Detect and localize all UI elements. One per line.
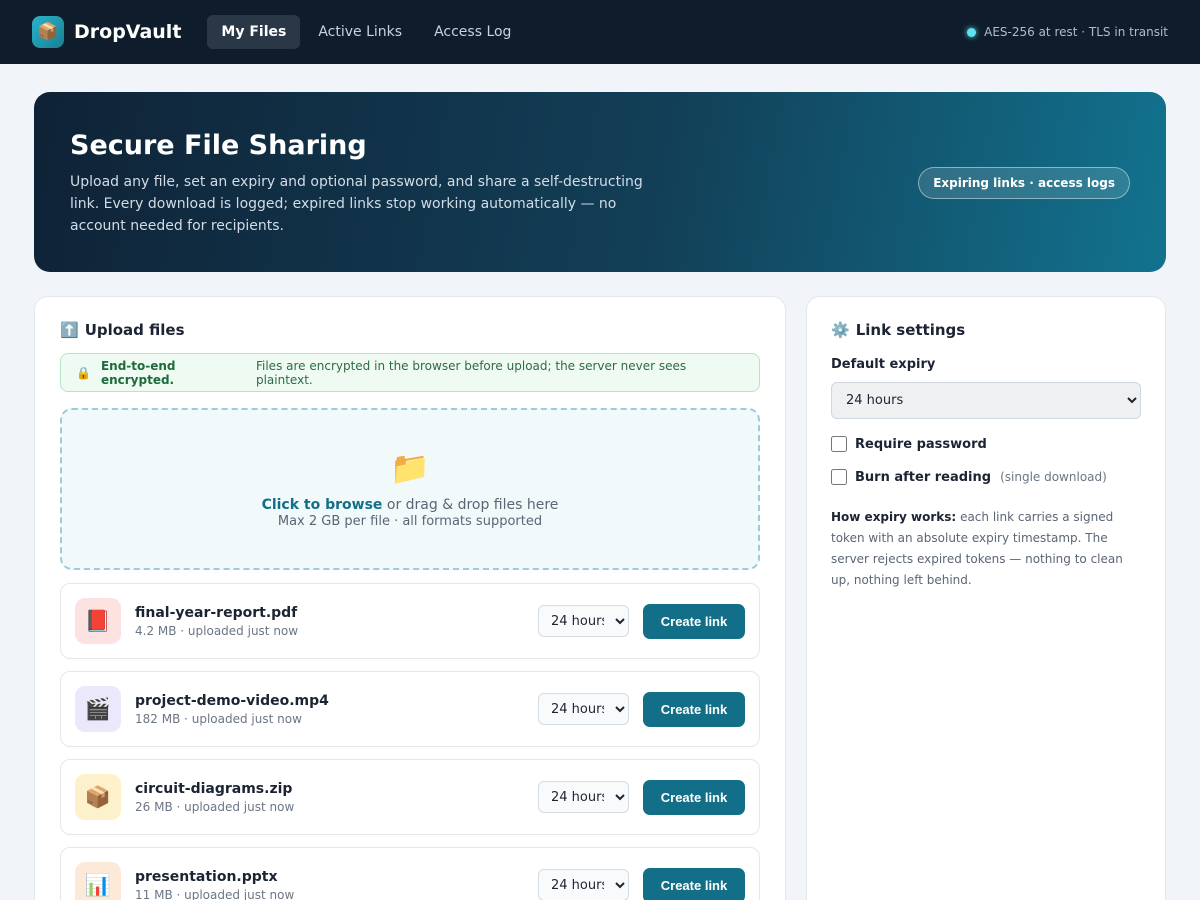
expiry-explanation-bold: How expiry works:	[831, 510, 957, 524]
file-expiry-select[interactable]: 24 hours	[538, 869, 629, 900]
dropzone-instructions: Click to browse or drag & drop files her…	[262, 497, 559, 513]
settings-title-text: Link settings	[855, 321, 966, 339]
security-status: AES-256 at rest · TLS in transit	[967, 0, 1168, 64]
feature-badge: Expiring links · access logs	[918, 167, 1130, 199]
burn-after-reading-label: Burn after reading	[855, 469, 992, 485]
require-password-option[interactable]: Require password	[831, 436, 1141, 452]
burn-after-reading-option[interactable]: Burn after reading (single download)	[831, 469, 1141, 485]
top-bar: 📦 DropVault My Files Active Links Access…	[0, 0, 1200, 64]
nav-access-log[interactable]: Access Log	[420, 15, 525, 49]
encryption-notice-bold: End-to-end encrypted.	[100, 358, 176, 387]
default-expiry-select[interactable]: 24 hours	[831, 382, 1141, 419]
encryption-notice: 🔒 End-to-end encrypted. Files are encryp…	[60, 353, 760, 392]
file-row: 📦 circuit-diagrams.zip 26 MB · uploaded …	[60, 759, 760, 835]
file-row: 🎬 project-demo-video.mp4 182 MB · upload…	[60, 671, 760, 747]
hero-description: Upload any file, set an expiry and optio…	[70, 174, 643, 234]
nav-my-files[interactable]: My Files	[207, 15, 301, 49]
file-meta: 11 MB · uploaded just now	[135, 887, 295, 900]
file-meta: 26 MB · uploaded just now	[135, 799, 295, 814]
video-file-icon: 🎬	[75, 686, 121, 732]
file-info: project-demo-video.mp4 182 MB · uploaded…	[135, 693, 538, 726]
dropzone-limits: Max 2 GB per file · all formats supporte…	[277, 514, 543, 529]
upload-panel: ⬆️ Upload files 🔒 End-to-end encrypted. …	[34, 296, 786, 900]
upload-title-text: Upload files	[84, 321, 185, 339]
file-name: project-demo-video.mp4	[135, 692, 329, 709]
hero-banner: Secure File Sharing Upload any file, set…	[34, 92, 1166, 272]
presentation-file-icon: 📊	[75, 862, 121, 900]
upload-icon: ⬆️	[60, 321, 79, 339]
file-expiry-select[interactable]: 24 hours	[538, 693, 629, 725]
file-meta: 182 MB · uploaded just now	[135, 711, 302, 726]
file-info: final-year-report.pdf 4.2 MB · uploaded …	[135, 605, 538, 638]
create-link-button[interactable]: Create link	[643, 779, 745, 815]
dropzone-drag-text: or drag & drop files here	[386, 497, 559, 513]
file-expiry-select[interactable]: 24 hours	[538, 605, 629, 637]
create-link-button[interactable]: Create link	[643, 691, 745, 727]
file-row: 📕 final-year-report.pdf 4.2 MB · uploade…	[60, 583, 760, 659]
folder-icon: 📁	[390, 449, 430, 487]
create-link-button[interactable]: Create link	[643, 867, 745, 900]
browse-link[interactable]: Click to browse	[262, 497, 383, 513]
burn-after-reading-hint: (single download)	[1000, 470, 1107, 484]
file-dropzone[interactable]: 📁 Click to browse or drag & drop files h…	[60, 408, 760, 570]
upload-title: ⬆️ Upload files	[60, 321, 760, 339]
settings-title: ⚙️ Link settings	[831, 321, 1141, 339]
page-title: Secure File Sharing	[70, 130, 367, 161]
file-info: circuit-diagrams.zip 26 MB · uploaded ju…	[135, 781, 538, 814]
default-expiry-label: Default expiry	[831, 357, 936, 372]
require-password-checkbox[interactable]	[831, 436, 847, 452]
file-list: 📕 final-year-report.pdf 4.2 MB · uploade…	[60, 583, 760, 900]
lock-icon: 🔒	[76, 365, 91, 380]
create-link-button[interactable]: Create link	[643, 603, 745, 639]
file-meta: 4.2 MB · uploaded just now	[135, 623, 299, 638]
file-name: presentation.pptx	[135, 868, 278, 885]
encryption-notice-text: Files are encrypted in the browser befor…	[255, 358, 687, 387]
status-dot-icon	[967, 27, 977, 37]
expiry-explanation: How expiry works: each link carries a si…	[831, 507, 1141, 591]
app-name: DropVault	[74, 21, 182, 43]
gear-icon: ⚙️	[831, 321, 850, 339]
file-expiry-select[interactable]: 24 hours	[538, 781, 629, 813]
pdf-file-icon: 📕	[75, 598, 121, 644]
logo-icon: 📦	[32, 16, 64, 48]
file-row: 📊 presentation.pptx 11 MB · uploaded jus…	[60, 847, 760, 900]
nav-active-links[interactable]: Active Links	[304, 15, 416, 49]
require-password-label: Require password	[855, 436, 987, 452]
link-settings-panel: ⚙️ Link settings Default expiry 24 hours…	[806, 296, 1166, 900]
archive-file-icon: 📦	[75, 774, 121, 820]
file-info: presentation.pptx 11 MB · uploaded just …	[135, 869, 538, 900]
file-name: final-year-report.pdf	[135, 604, 298, 621]
burn-after-reading-checkbox[interactable]	[831, 469, 847, 485]
security-text: AES-256 at rest · TLS in transit	[984, 25, 1168, 39]
file-name: circuit-diagrams.zip	[135, 780, 293, 797]
